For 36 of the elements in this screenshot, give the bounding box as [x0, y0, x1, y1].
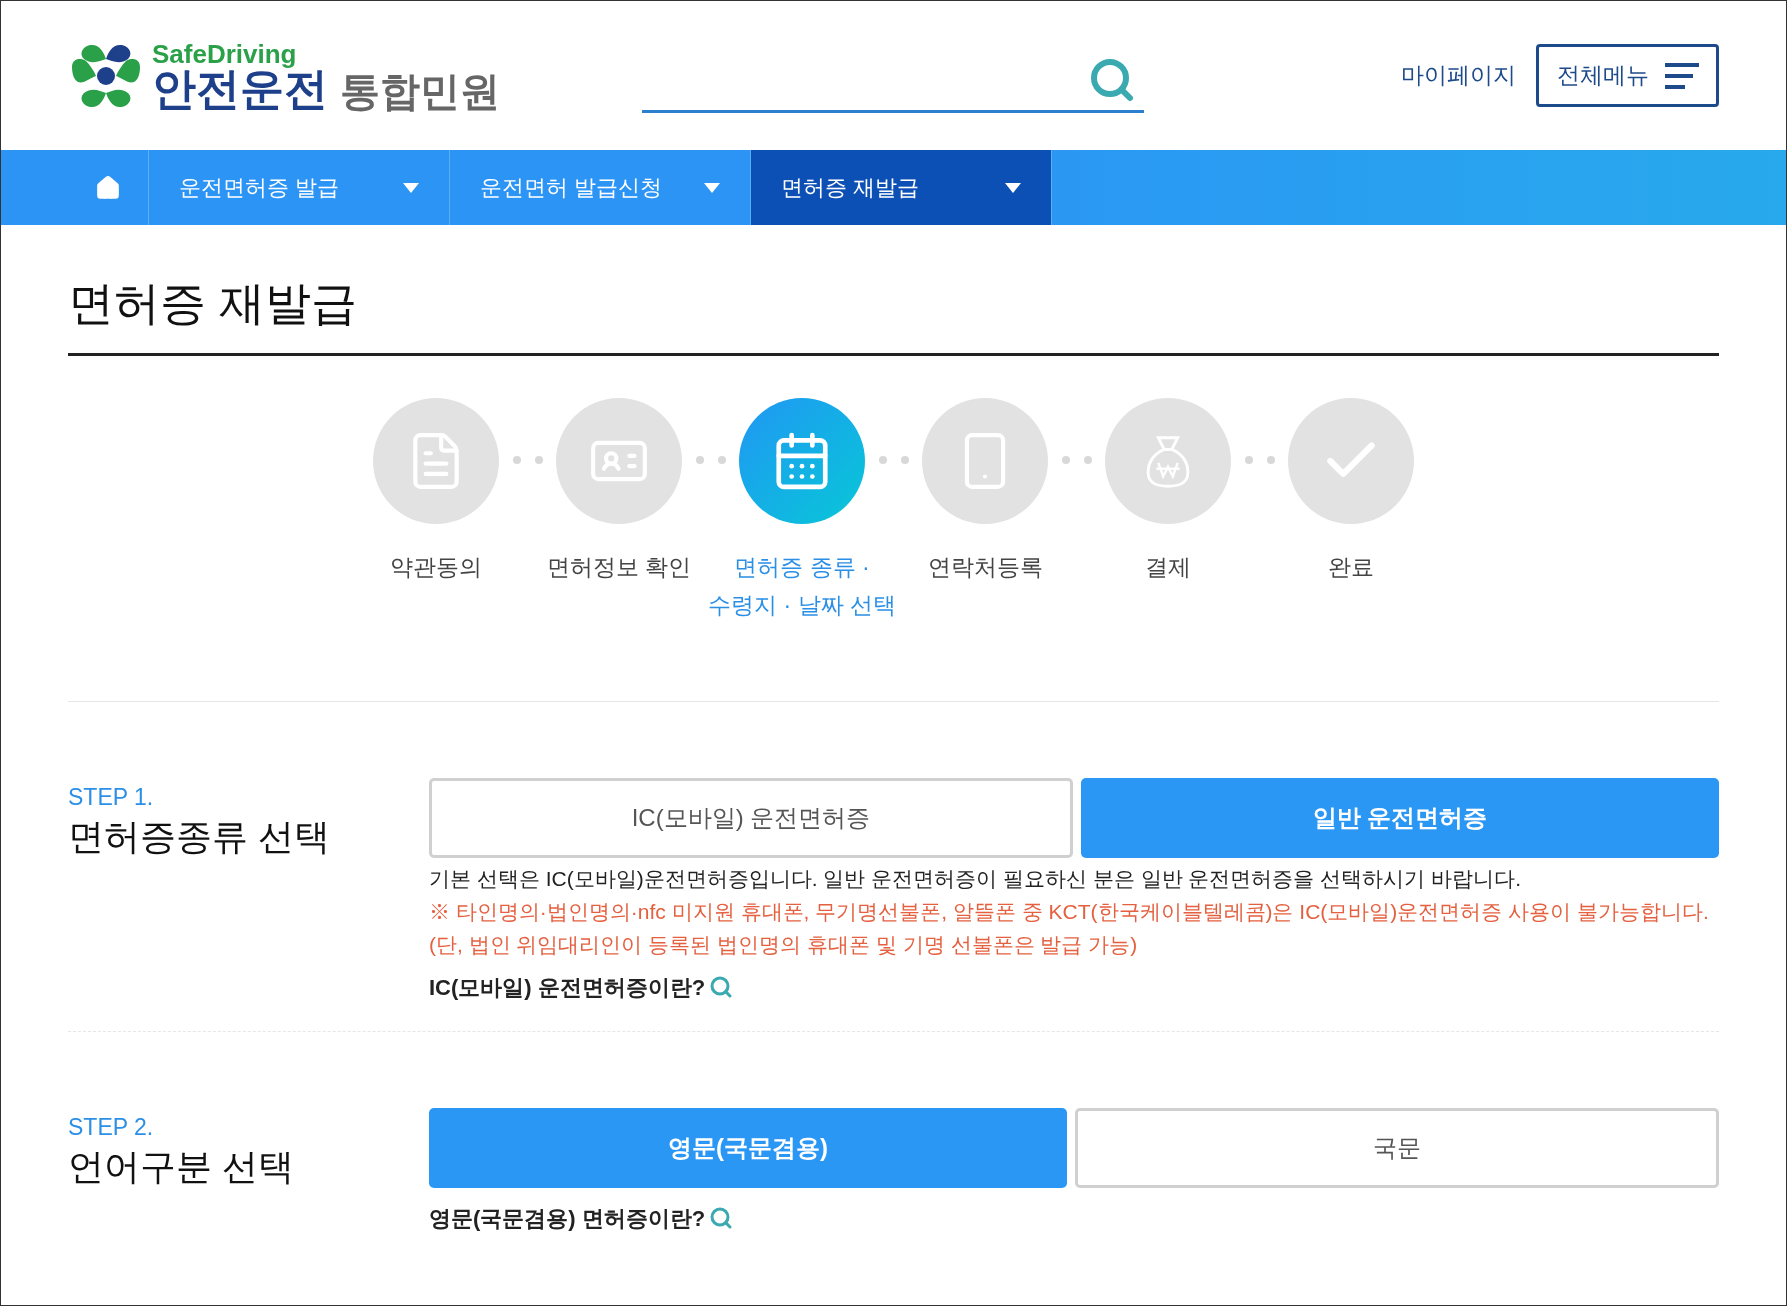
- search-icon[interactable]: [1088, 56, 1136, 104]
- option-button[interactable]: IC(모바일) 운전면허증: [429, 777, 1073, 858]
- dropdown-caret-icon: [1005, 182, 1021, 193]
- nav-menu-item[interactable]: 면허증 재발급: [751, 150, 1052, 225]
- search-icon: [709, 1206, 734, 1230]
- mypage-link[interactable]: 마이페이지: [1401, 58, 1516, 93]
- dropdown-caret-icon: [704, 182, 720, 193]
- logo-tagline: SafeDriving: [152, 40, 298, 67]
- step-label: 면허증 종류 · 수령지 · 날짜 선택: [707, 552, 897, 620]
- step-connector-dots: [510, 455, 545, 464]
- step-label: 결제: [1145, 552, 1191, 582]
- section-title: 면허증종류 선택: [68, 815, 331, 859]
- info-link[interactable]: 영문(국문겸용) 면허증이란?: [429, 1201, 734, 1235]
- step-connector-dots: [1242, 455, 1277, 464]
- dropdown-caret-icon: [403, 182, 419, 193]
- info-link[interactable]: IC(모바일) 운전면허증이란?: [429, 970, 734, 1004]
- warning-text: ※ 타인명의·법인명의·nfc 미지원 휴대폰, 무기명선불폰, 알뜰폰 중 KCT(한국케이블텔레콤)은 IC(모바일)운전면허증 사용이 불가능합니다.: [429, 898, 1710, 925]
- search-icon: [709, 975, 734, 999]
- all-menu-button[interactable]: 전체메뉴: [1536, 44, 1719, 107]
- description-text: 기본 선택은 IC(모바일)운전면허증입니다. 일반 운전면허증이 필요하신 분은 일반 운전면허증을 선택하시기 바랍니다.: [429, 865, 1522, 892]
- step-connector-dots: [693, 455, 728, 464]
- home-icon: [95, 174, 121, 201]
- step-label: 약관동의: [390, 552, 482, 582]
- page-title: 면허증 재발급: [68, 276, 358, 331]
- warning-text: (단, 법인 위임대리인이 등록된 법인명의 휴대폰 및 기명 선불폰은 발급 가능): [429, 931, 1139, 958]
- logo-subtitle: 통합민원: [340, 70, 500, 111]
- step-label: 면허정보 확인: [546, 552, 692, 582]
- section-title: 언어구분 선택: [68, 1145, 295, 1189]
- option-button[interactable]: 국문: [1075, 1107, 1719, 1188]
- step-label: 완료: [1328, 552, 1374, 582]
- step-connector-dots: [1059, 455, 1094, 464]
- menu-icon: [1664, 61, 1699, 90]
- step-connector-dots: [876, 455, 911, 464]
- step-label: 연락처등록: [927, 552, 1043, 582]
- step-number: STEP 2.: [68, 1112, 155, 1142]
- step-number: STEP 1.: [68, 782, 155, 812]
